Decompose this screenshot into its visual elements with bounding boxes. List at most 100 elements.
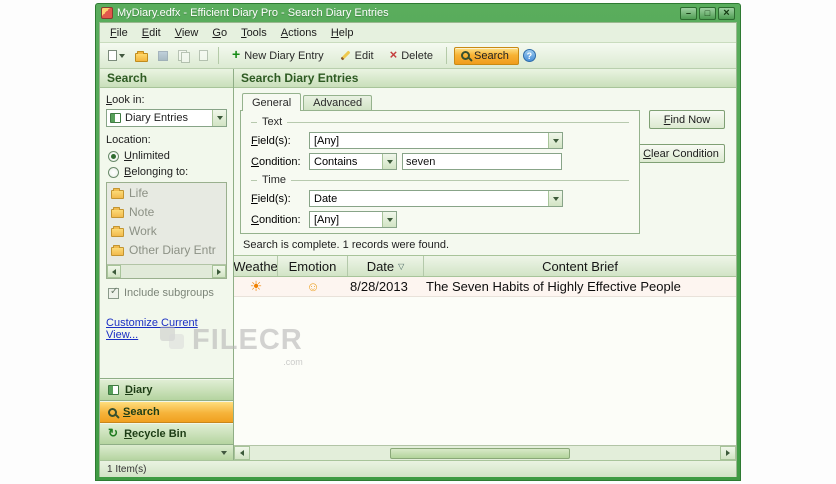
scroll-right-icon[interactable] xyxy=(720,446,736,460)
scroll-right-icon[interactable] xyxy=(212,265,226,278)
radio-unlimited-icon[interactable] xyxy=(108,150,119,162)
edit-label: Edit xyxy=(354,49,374,62)
chevron-down-icon[interactable] xyxy=(548,133,562,148)
toolbar: New Diary Entry Edit Delete Search xyxy=(100,43,736,69)
text-fields-row: Field(s): [Any] xyxy=(251,132,629,149)
nav-recycle-label: Recycle Bin xyxy=(124,428,187,440)
time-condition-combobox[interactable]: [Any] xyxy=(309,211,397,228)
chevron-down-icon[interactable] xyxy=(382,154,396,169)
sidebar-body: Look in: Diary Entries Location: Unlimit… xyxy=(100,88,233,378)
tab-general[interactable]: General xyxy=(242,93,302,111)
window-controls xyxy=(680,6,735,20)
copy-button[interactable] xyxy=(175,47,192,64)
text-condition-combobox[interactable]: Contains xyxy=(309,153,397,170)
text-fields-value: [Any] xyxy=(314,134,340,147)
column-header-weather[interactable]: Weathe xyxy=(234,256,278,276)
menu-edit[interactable]: Edit xyxy=(135,24,168,42)
open-diary-button[interactable] xyxy=(132,47,151,65)
text-group-title: Text xyxy=(262,116,283,128)
menu-help[interactable]: Help xyxy=(324,24,361,42)
fields-label: Field(s): xyxy=(251,134,291,147)
grid-empty-area xyxy=(234,297,736,445)
look-in-value: Diary Entries xyxy=(125,112,188,124)
new-file-button[interactable] xyxy=(105,47,128,64)
customize-view-link[interactable]: Customize Current View... xyxy=(106,317,227,341)
delete-label: Delete xyxy=(401,49,434,62)
chevron-down-icon[interactable] xyxy=(221,450,227,455)
keyword-input[interactable] xyxy=(402,153,562,170)
time-fields-value: Date xyxy=(314,192,338,205)
weather-cell: ☀ xyxy=(234,277,278,296)
radio-belonging-icon[interactable] xyxy=(108,166,119,178)
nav-search-button[interactable]: Search xyxy=(100,401,233,423)
item-count: 1 Item(s) xyxy=(107,463,147,475)
look-in-combobox[interactable]: Diary Entries xyxy=(106,109,227,127)
look-in-label: Look in: xyxy=(106,94,145,106)
scroll-left-icon[interactable] xyxy=(107,265,121,278)
emotion-cell: ☺ xyxy=(278,277,348,296)
find-now-button[interactable]: Find Now xyxy=(649,110,725,129)
minimize-button[interactable] xyxy=(680,6,697,20)
menu-tools[interactable]: Tools xyxy=(234,24,274,42)
statusbar: 1 Item(s) xyxy=(100,460,736,477)
edit-button[interactable]: Edit xyxy=(334,47,380,65)
include-subgroups-checkbox[interactable] xyxy=(108,286,119,299)
new-file-icon xyxy=(108,50,117,61)
nav-options-strip[interactable] xyxy=(100,445,233,460)
column-header-emotion[interactable]: Emotion xyxy=(278,256,348,276)
date-header-label: Date xyxy=(366,258,395,274)
date-cell: 8/28/2013 xyxy=(350,279,408,294)
recycle-bin-icon xyxy=(108,428,118,440)
text-condition-value: Contains xyxy=(314,155,358,168)
radio-belonging-to[interactable]: Belonging to: xyxy=(108,166,227,178)
table-row[interactable]: ☀ ☺ 8/28/2013 The Seven Habits of Highly… xyxy=(234,277,736,297)
diary-book-icon xyxy=(110,113,121,123)
time-condition-value: [Any] xyxy=(314,213,340,226)
new-diary-entry-label: New Diary Entry xyxy=(244,49,324,62)
time-condition-row: Condition: [Any] xyxy=(251,211,629,228)
new-diary-entry-button[interactable]: New Diary Entry xyxy=(226,46,330,65)
menu-view[interactable]: View xyxy=(168,24,206,42)
chevron-down-icon[interactable] xyxy=(382,212,396,227)
radio-unlimited[interactable]: Unlimited xyxy=(108,150,227,162)
time-fields-row: Field(s): Date xyxy=(251,190,629,207)
content-area: Search Look in: Diary Entries Location: … xyxy=(100,69,736,460)
menu-go[interactable]: Go xyxy=(205,24,234,42)
clear-condition-button[interactable]: Clear Condition xyxy=(637,144,725,163)
save-icon xyxy=(158,50,168,61)
text-fields-combobox[interactable]: [Any] xyxy=(309,132,563,149)
close-button[interactable] xyxy=(718,6,735,20)
search-toolbar-button[interactable]: Search xyxy=(454,46,519,65)
save-button[interactable] xyxy=(155,48,171,64)
column-header-date[interactable]: Date xyxy=(348,256,424,276)
chevron-down-icon[interactable] xyxy=(212,110,226,126)
help-icon[interactable] xyxy=(522,49,536,62)
menu-actions[interactable]: Actions xyxy=(274,24,324,42)
tab-advanced[interactable]: Advanced xyxy=(303,95,373,111)
menu-file[interactable]: File xyxy=(103,24,135,42)
paste-icon xyxy=(199,50,208,61)
search-sidebar: Search Look in: Diary Entries Location: … xyxy=(100,69,234,460)
listbox-horizontal-scrollbar[interactable] xyxy=(107,264,226,278)
maximize-button[interactable] xyxy=(699,6,716,20)
grid-horizontal-scrollbar[interactable] xyxy=(234,445,736,460)
column-header-content-brief[interactable]: Content Brief xyxy=(424,256,736,276)
nav-recycle-bin-button[interactable]: Recycle Bin xyxy=(100,423,233,445)
sun-icon: ☀ xyxy=(249,278,263,294)
desktop: MyDiary.edfx - Efficient Diary Pro - Sea… xyxy=(0,0,836,484)
paste-button[interactable] xyxy=(196,47,211,64)
nav-diary-button[interactable]: Diary xyxy=(100,379,233,401)
include-subgroups-checkbox-row[interactable]: Include subgroups xyxy=(108,286,227,299)
diary-book-icon xyxy=(108,385,119,395)
main-panel: Search Diary Entries General Advanced Te… xyxy=(234,69,736,460)
list-item-life: Life xyxy=(107,183,226,202)
chevron-down-icon[interactable] xyxy=(548,191,562,206)
folder-label: Life xyxy=(129,186,149,200)
list-item-note: Note xyxy=(107,202,226,221)
search-label: Search xyxy=(474,49,509,62)
scrollbar-thumb[interactable] xyxy=(390,447,570,459)
delete-icon xyxy=(390,50,398,62)
scroll-left-icon[interactable] xyxy=(234,446,250,460)
delete-button[interactable]: Delete xyxy=(384,47,439,65)
time-fields-combobox[interactable]: Date xyxy=(309,190,563,207)
